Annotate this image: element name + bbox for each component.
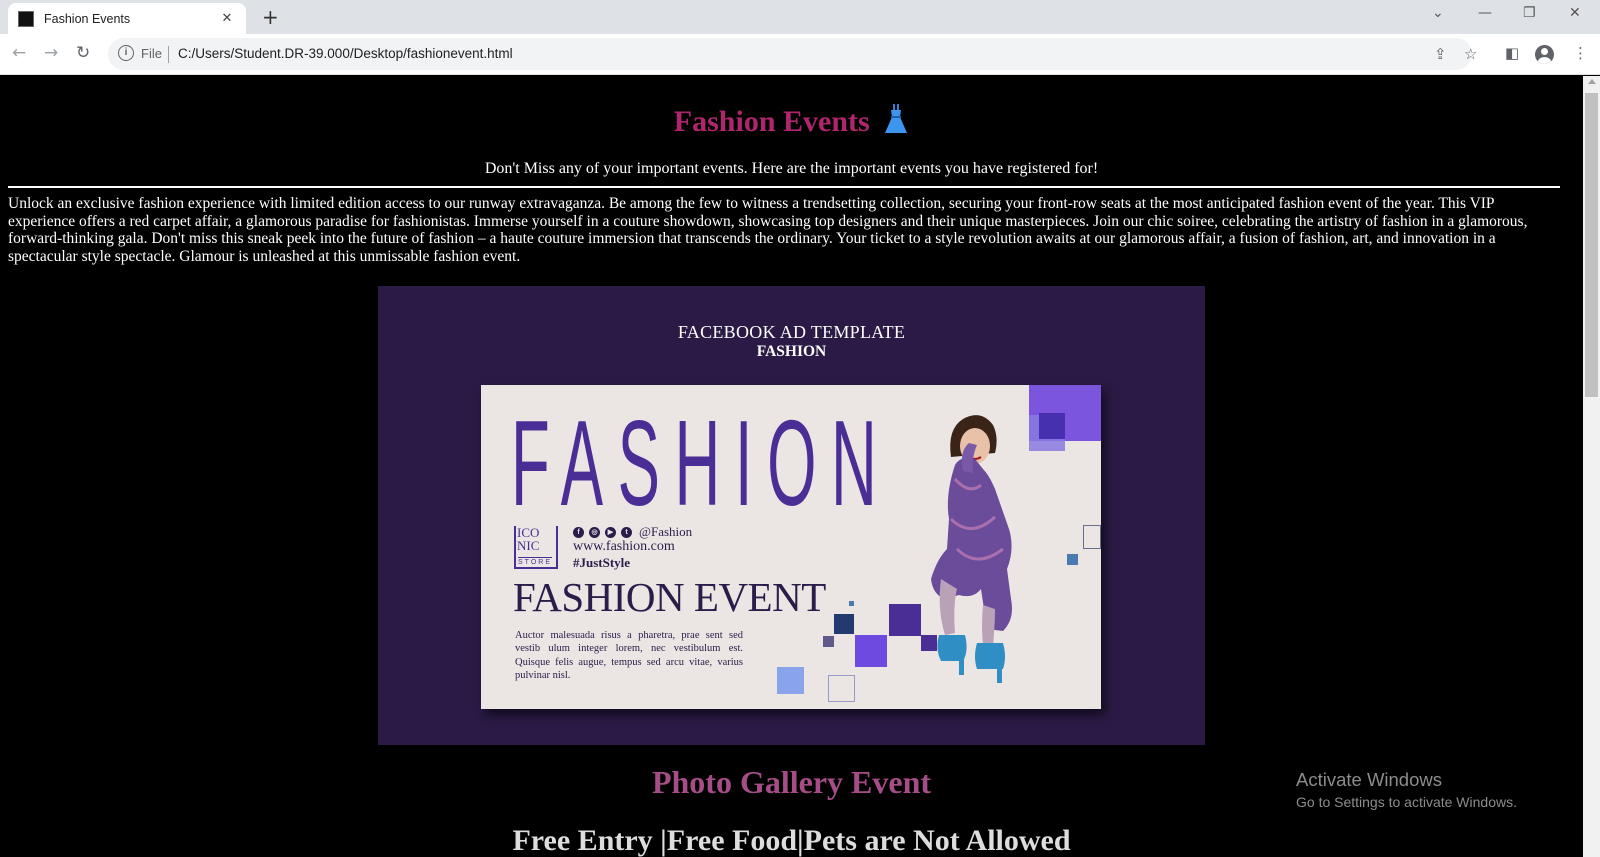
divider (8, 186, 1560, 188)
bookmark-star-icon[interactable]: ☆ (1464, 45, 1477, 63)
new-tab-button[interactable]: + (262, 6, 279, 28)
browser-toolbar: ← → ↻ i File C:/Users/Student.DR-39.000/… (0, 34, 1600, 75)
fashion-ad-image: FASHION ICO NIC STORE f ◎ ▶ t @Fashion w… (481, 385, 1101, 709)
activate-windows-title: Activate Windows (1296, 769, 1442, 790)
logo-text-line2: NIC (517, 538, 540, 553)
activate-windows-hint: Go to Settings to activate Windows. (1296, 794, 1517, 810)
windows-activation-watermark: Activate Windows Go to Settings to activ… (1296, 769, 1517, 813)
back-arrow-icon[interactable]: ← (12, 43, 26, 63)
ad-event-body: Auctor malesuada risus a pharetra, prae … (515, 630, 743, 681)
page-title: Fashion Events (0, 103, 1583, 139)
minimize-button[interactable]: — (1478, 5, 1492, 21)
tab-search-icon[interactable]: ⌄ (1432, 5, 1444, 21)
decor-square (849, 601, 854, 606)
logo-store-text: STORE (518, 557, 552, 566)
decor-square (834, 614, 854, 634)
ad-subheading: FASHION (756, 343, 827, 360)
omnibox-divider (168, 46, 169, 63)
youtube-icon: ▶ (605, 526, 616, 538)
ad-big-word: FASHION (511, 395, 892, 531)
decor-square (828, 675, 855, 702)
dress-icon (885, 104, 908, 133)
side-panel-icon[interactable]: ◧ (1505, 44, 1519, 62)
url-text[interactable]: C:/Users/Student.DR-39.000/Desktop/fashi… (178, 46, 513, 61)
tab-title: Fashion Events (44, 11, 131, 26)
intro-paragraph: Unlock an exclusive fashion experience w… (8, 195, 1528, 266)
ad-hashtag: #JustStyle (573, 555, 631, 570)
page-title-text: Fashion Events (673, 105, 870, 138)
facebook-icon: f (573, 526, 584, 538)
instagram-icon: ◎ (589, 526, 600, 538)
scroll-thumb[interactable] (1585, 93, 1598, 397)
address-bar[interactable]: i File C:/Users/Student.DR-39.000/Deskto… (108, 38, 1477, 70)
scroll-up-arrow-icon[interactable] (1588, 79, 1596, 84)
decor-square (1083, 525, 1101, 549)
social-handle: @Fashion (639, 524, 693, 539)
social-row: f ◎ ▶ t @Fashion (573, 524, 692, 540)
ad-heading: FACEBOOK AD TEMPLATE (677, 322, 906, 342)
model-photo (931, 415, 1012, 683)
ad-banner-frame: FACEBOOK AD TEMPLATE FASHION FASHION ICO… (378, 286, 1205, 745)
event-info-heading: Free Entry |Free Food|Pets are Not Allow… (512, 824, 1071, 857)
page-viewport: Fashion Events Don't Miss any of your im… (0, 76, 1583, 857)
url-scheme-label: File (141, 46, 162, 61)
profile-avatar-icon[interactable] (1535, 45, 1554, 64)
site-info-icon[interactable]: i (118, 45, 134, 61)
ad-event-title: FASHION EVENT (513, 574, 826, 620)
menu-kebab-icon[interactable]: ⋮ (1573, 44, 1588, 62)
restore-button[interactable]: ❐ (1523, 5, 1536, 21)
page-subtitle: Don't Miss any of your important events.… (484, 160, 1099, 177)
reload-icon[interactable]: ↻ (76, 43, 90, 63)
decor-square (855, 635, 887, 667)
decor-square (823, 636, 834, 647)
tab-close-icon[interactable]: ✕ (218, 11, 236, 26)
forward-arrow-icon[interactable]: → (44, 43, 58, 63)
favicon-icon (18, 10, 34, 27)
twitter-icon: t (621, 526, 632, 538)
decor-square (777, 667, 804, 694)
share-icon[interactable]: ⇪ (1434, 45, 1447, 63)
page-scrollbar[interactable] (1583, 76, 1600, 857)
close-window-button[interactable]: ✕ (1569, 5, 1581, 21)
browser-tab[interactable]: Fashion Events ✕ (8, 3, 246, 34)
tab-strip: Fashion Events ✕ + ⌄ — ❐ ✕ (0, 0, 1600, 34)
ad-website: www.fashion.com (573, 539, 675, 554)
